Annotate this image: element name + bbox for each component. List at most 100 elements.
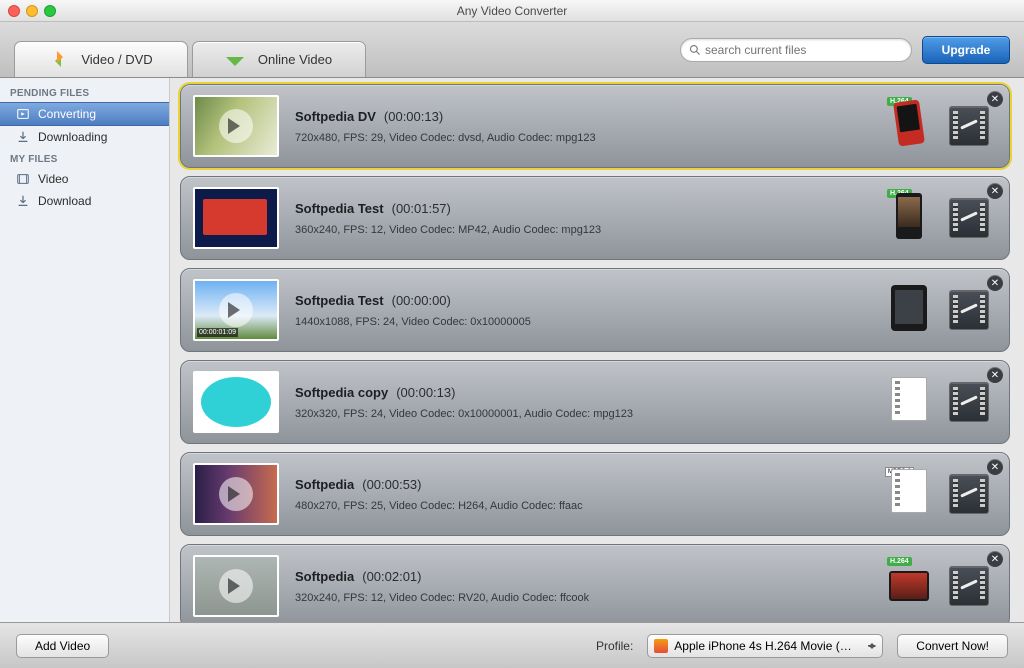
search-input[interactable] [705, 43, 903, 57]
item-title: Softpedia Test [295, 293, 384, 308]
edit-clip-button[interactable] [949, 290, 989, 330]
play-icon [219, 109, 253, 143]
item-title: Softpedia copy [295, 385, 388, 400]
remove-item-button[interactable]: ✕ [987, 551, 1003, 567]
remove-item-button[interactable]: ✕ [987, 275, 1003, 291]
play-icon [219, 201, 253, 235]
output-device-icon[interactable] [889, 377, 929, 427]
profile-select-value: Apple iPhone 4s H.264 Movie (… [674, 639, 851, 653]
item-duration: (00:00:13) [396, 385, 455, 400]
item-duration: (00:00:13) [384, 109, 443, 124]
list-item-info: Softpedia DV(00:00:13) 720x480, FPS: 29,… [295, 109, 889, 144]
item-title: Softpedia [295, 477, 354, 492]
output-device-icon[interactable]: H.264 [889, 193, 929, 243]
output-device-icon[interactable]: H.264 [889, 101, 929, 151]
list-item-info: Softpedia (00:00:53) 480x270, FPS: 25, Vi… [295, 477, 889, 512]
remove-item-button[interactable]: ✕ [987, 183, 1003, 199]
sidebar-header-pending: PENDING FILES [0, 82, 169, 102]
item-duration: (00:02:01) [362, 569, 421, 584]
item-metadata: 360x240, FPS: 12, Video Codec: MP42, Aud… [295, 224, 889, 236]
list-item-info: Softpedia (00:02:01) 320x240, FPS: 12, Vi… [295, 569, 889, 604]
video-folder-icon [16, 172, 30, 186]
profile-icon [654, 639, 668, 653]
video-thumbnail[interactable] [193, 279, 279, 341]
window-titlebar: Any Video Converter [0, 0, 1024, 22]
conversion-list[interactable]: Softpedia DV(00:00:13) 720x480, FPS: 29,… [170, 78, 1024, 622]
edit-clip-button[interactable] [949, 474, 989, 514]
sidebar-item-downloading[interactable]: Downloading [0, 126, 169, 148]
play-icon [219, 569, 253, 603]
video-dvd-icon [49, 51, 71, 69]
download-icon [16, 130, 30, 144]
convert-now-button[interactable]: Convert Now! [897, 634, 1008, 658]
item-metadata: 1440x1088, FPS: 24, Video Codec: 0x10000… [295, 316, 889, 328]
convert-icon [16, 107, 30, 121]
sidebar-item-download[interactable]: Download [0, 190, 169, 212]
list-item[interactable]: Softpedia Test (00:00:00) 1440x1088, FPS:… [180, 268, 1010, 352]
item-metadata: 320x240, FPS: 12, Video Codec: RV20, Aud… [295, 592, 889, 604]
remove-item-button[interactable]: ✕ [987, 367, 1003, 383]
main-toolbar: Video / DVD Online Video Upgrade [0, 22, 1024, 78]
sidebar: PENDING FILES Converting Downloading MY … [0, 78, 170, 622]
play-icon [219, 385, 253, 419]
item-duration: (00:01:57) [392, 201, 451, 216]
video-thumbnail[interactable] [193, 371, 279, 433]
sidebar-item-downloading-label: Downloading [38, 130, 107, 144]
traffic-lights [0, 5, 56, 17]
add-video-button[interactable]: Add Video [16, 634, 109, 658]
tab-video-dvd-label: Video / DVD [81, 52, 152, 67]
edit-clip-button[interactable] [949, 198, 989, 238]
edit-clip-button[interactable] [949, 382, 989, 422]
edit-clip-button[interactable] [949, 106, 989, 146]
search-icon [689, 44, 701, 56]
bottom-bar: Add Video Profile: Apple iPhone 4s H.264… [0, 622, 1024, 668]
tab-online-video-label: Online Video [258, 52, 332, 67]
item-duration: (00:00:00) [392, 293, 451, 308]
play-icon [219, 477, 253, 511]
list-item-info: Softpedia Test (00:01:57) 360x240, FPS: 1… [295, 201, 889, 236]
minimize-window-icon[interactable] [26, 5, 38, 17]
video-thumbnail[interactable] [193, 555, 279, 617]
sidebar-item-converting[interactable]: Converting [0, 102, 169, 126]
tab-video-dvd[interactable]: Video / DVD [14, 41, 188, 77]
sidebar-item-download-label: Download [38, 194, 91, 208]
list-item[interactable]: Softpedia Test (00:01:57) 360x240, FPS: 1… [180, 176, 1010, 260]
item-title: Softpedia Test [295, 201, 384, 216]
list-item-info: Softpedia Test (00:00:00) 1440x1088, FPS:… [295, 293, 889, 328]
upgrade-button[interactable]: Upgrade [922, 36, 1010, 64]
profile-select[interactable]: Apple iPhone 4s H.264 Movie (… [647, 634, 883, 658]
item-metadata: 480x270, FPS: 25, Video Codec: H264, Aud… [295, 500, 889, 512]
list-item[interactable]: Softpedia DV(00:00:13) 720x480, FPS: 29,… [180, 84, 1010, 168]
output-device-icon[interactable]: MPEG-2 [889, 469, 929, 519]
item-metadata: 320x320, FPS: 24, Video Codec: 0x1000000… [295, 408, 889, 420]
sidebar-item-video-label: Video [38, 172, 68, 186]
sidebar-item-video[interactable]: Video [0, 168, 169, 190]
window-title: Any Video Converter [0, 4, 1024, 18]
download-folder-icon [16, 194, 30, 208]
close-window-icon[interactable] [8, 5, 20, 17]
stepper-icon [865, 637, 879, 655]
list-item-info: Softpedia copy (00:00:13) 320x320, FPS: 2… [295, 385, 889, 420]
video-thumbnail[interactable] [193, 463, 279, 525]
online-video-icon [226, 51, 248, 69]
video-thumbnail[interactable] [193, 95, 279, 157]
tab-online-video[interactable]: Online Video [192, 41, 366, 77]
search-field[interactable] [680, 38, 912, 62]
sidebar-header-myfiles: MY FILES [0, 148, 169, 168]
play-icon [219, 293, 253, 327]
video-thumbnail[interactable] [193, 187, 279, 249]
sidebar-item-converting-label: Converting [38, 107, 96, 121]
list-item[interactable]: Softpedia copy (00:00:13) 320x320, FPS: 2… [180, 360, 1010, 444]
list-item[interactable]: Softpedia (00:02:01) 320x240, FPS: 12, Vi… [180, 544, 1010, 622]
remove-item-button[interactable]: ✕ [987, 91, 1003, 107]
output-device-icon[interactable]: H.264 [889, 561, 929, 611]
output-device-icon[interactable] [889, 285, 929, 335]
item-metadata: 720x480, FPS: 29, Video Codec: dvsd, Aud… [295, 132, 889, 144]
remove-item-button[interactable]: ✕ [987, 459, 1003, 475]
profile-label: Profile: [596, 639, 633, 653]
item-title: Softpedia [295, 569, 354, 584]
item-duration: (00:00:53) [362, 477, 421, 492]
edit-clip-button[interactable] [949, 566, 989, 606]
zoom-window-icon[interactable] [44, 5, 56, 17]
list-item[interactable]: Softpedia (00:00:53) 480x270, FPS: 25, Vi… [180, 452, 1010, 536]
